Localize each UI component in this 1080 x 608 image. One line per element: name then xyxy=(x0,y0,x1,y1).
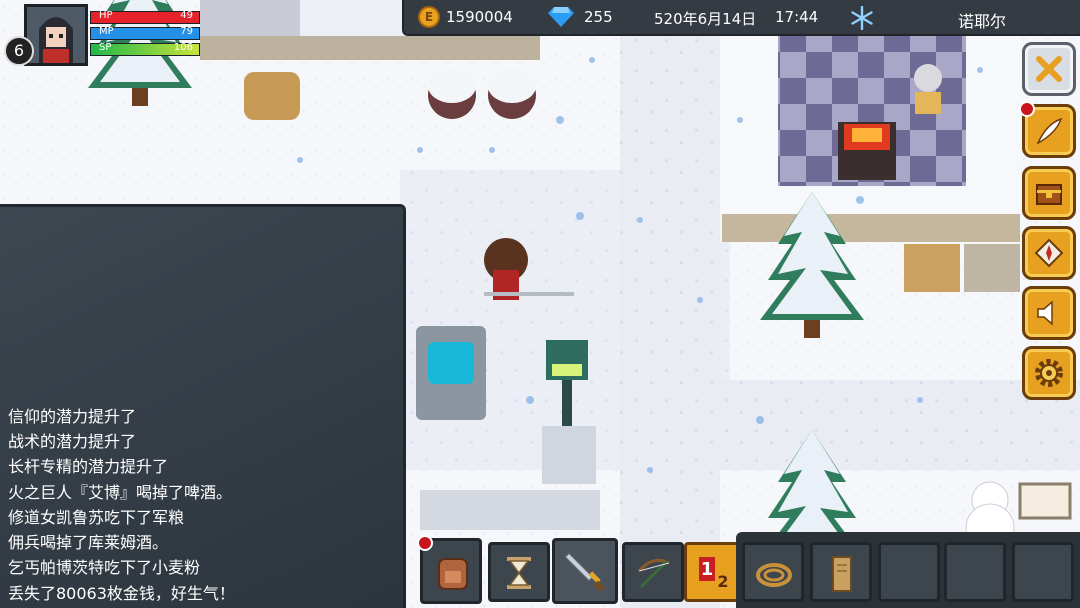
log-line: 乞丐帕博茨特吃下了小麦粉 xyxy=(8,558,201,578)
gem-amount: 255 xyxy=(584,8,613,26)
log-line: 火之巨人『艾博』喝掉了啤酒。 xyxy=(8,482,233,502)
snowflake-icon xyxy=(851,6,873,30)
close-menu-button[interactable] xyxy=(1022,42,1076,96)
quill-icon xyxy=(1036,117,1063,145)
hotbar-slot-sword[interactable] xyxy=(552,538,618,604)
sp-bar: SP 106 xyxy=(90,42,200,56)
hotbar-slot-empty[interactable] xyxy=(944,542,1006,602)
hotbar-slot-wait[interactable] xyxy=(488,542,550,602)
log-line: 修道女凯鲁苏吃下了军粮 xyxy=(8,507,185,527)
hp-value: 49 xyxy=(180,10,193,21)
journal-button[interactable] xyxy=(1019,101,1076,158)
inventory-chest-button[interactable] xyxy=(1022,166,1076,220)
diamond-icon xyxy=(548,7,574,27)
gold-amount: 1590004 xyxy=(446,8,513,26)
weapon-set-toggle-icon: 1 2 xyxy=(699,557,729,591)
avatar xyxy=(27,7,85,63)
hotbar-slot-empty[interactable] xyxy=(878,542,940,602)
hp-bar: HP 49 xyxy=(90,10,200,24)
hotbar-slot-scroll[interactable] xyxy=(810,542,872,602)
backpack-icon xyxy=(438,558,468,590)
close-x-icon xyxy=(1036,56,1062,82)
log-line: 丢失了80063枚金钱，好生气！ xyxy=(8,583,235,603)
status-bar: E 1590004 255 520年6月14日 17:44 诺耶尔 xyxy=(402,0,1080,36)
hotbar-slot-empty[interactable] xyxy=(1012,542,1074,602)
sword-icon xyxy=(563,551,605,592)
hotbar-slot-rope[interactable] xyxy=(742,542,804,602)
sp-value: 106 xyxy=(173,42,193,53)
message-list: 信仰的潜力提升了 战术的潜力提升了 长杆专精的潜力提升了 火之巨人『艾博』喝掉了… xyxy=(8,404,235,606)
log-line: 信仰的潜力提升了 xyxy=(8,406,137,426)
rope-icon xyxy=(756,563,792,587)
hotbar-slot-backpack[interactable] xyxy=(417,535,482,604)
log-line: 长杆专精的潜力提升了 xyxy=(8,457,169,477)
scroll-icon xyxy=(832,556,852,592)
sound-button[interactable] xyxy=(1022,286,1076,340)
player-level: 6 xyxy=(4,36,34,66)
hp-label: HP xyxy=(99,10,113,21)
hourglass-icon xyxy=(507,557,531,589)
message-log[interactable]: 信仰的潜力提升了 战术的潜力提升了 长杆专精的潜力提升了 火之巨人『艾博』喝掉了… xyxy=(0,204,406,608)
log-line: 佣兵喝掉了库莱姆酒。 xyxy=(8,533,169,553)
mp-bar: MP 79 xyxy=(90,26,200,40)
notification-dot xyxy=(1019,101,1035,117)
gold-coin-icon: E xyxy=(418,6,440,28)
crossbow-icon xyxy=(637,558,670,589)
svg-text:1: 1 xyxy=(701,559,714,580)
treasure-chest-icon xyxy=(1036,184,1062,205)
location-name: 诺耶尔 xyxy=(958,12,1007,31)
sp-label: SP xyxy=(99,42,112,53)
player-portrait[interactable] xyxy=(24,4,88,66)
game-date: 520年6月14日 xyxy=(654,10,757,28)
speaker-icon xyxy=(1037,300,1053,326)
mp-value: 79 xyxy=(180,26,193,37)
map-button[interactable] xyxy=(1022,226,1076,280)
hotbar-slot-crossbow[interactable] xyxy=(622,542,684,602)
game-time: 17:44 xyxy=(775,8,819,26)
gear-icon xyxy=(1035,359,1063,387)
log-line: 战术的潜力提升了 xyxy=(8,431,137,451)
notification-dot xyxy=(417,535,433,551)
map-icon xyxy=(1034,238,1064,268)
mp-label: MP xyxy=(99,26,114,37)
settings-button[interactable] xyxy=(1022,346,1076,400)
svg-text:2: 2 xyxy=(717,572,728,591)
